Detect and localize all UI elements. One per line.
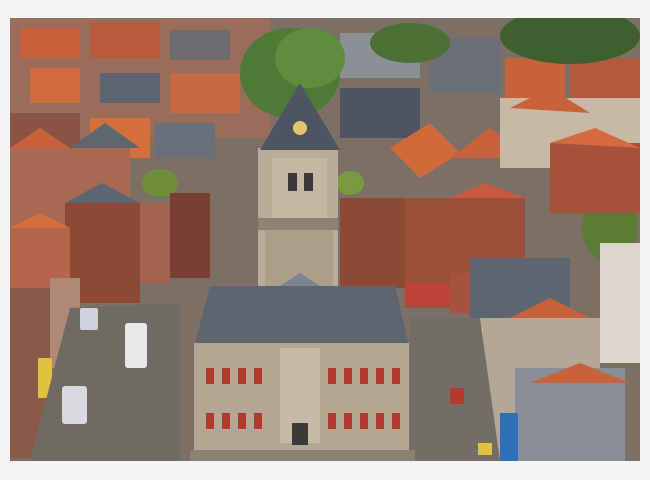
aerial-town-photo xyxy=(10,18,640,461)
photo-frame xyxy=(0,0,650,480)
town-hall xyxy=(190,273,415,461)
photo-illustration xyxy=(10,18,640,461)
